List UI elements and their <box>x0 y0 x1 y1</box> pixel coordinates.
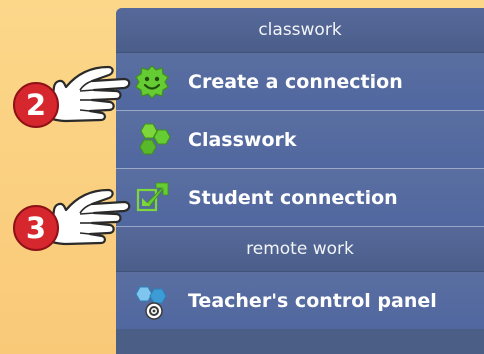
pointing-hand-callout-2: 2 <box>6 57 141 137</box>
menu-item-label: Create a connection <box>188 70 403 93</box>
callout-number: 2 <box>25 88 47 122</box>
section-header-classwork: classwork <box>116 8 484 53</box>
menu-item-teachers-control-panel[interactable]: Teacher's control panel <box>116 272 484 329</box>
section-header-label: remote work <box>246 239 354 259</box>
menu-item-classwork[interactable]: Classwork <box>116 111 484 169</box>
menu-panel: classwork Create a connection Classwork <box>116 8 484 354</box>
menu-item-create-connection[interactable]: Create a connection <box>116 53 484 111</box>
menu-item-label: Classwork <box>188 128 297 151</box>
section-header-remote-work: remote work <box>116 227 484 272</box>
menu-item-label: Student connection <box>188 186 398 209</box>
callout-number: 3 <box>25 211 47 245</box>
menu-item-student-connection[interactable]: Student connection <box>116 169 484 227</box>
section-header-label: classwork <box>258 20 342 40</box>
pointing-hand-callout-3: 3 <box>6 180 141 260</box>
blue-hexagons-gear-icon <box>132 281 182 321</box>
menu-item-label: Teacher's control panel <box>188 289 437 312</box>
